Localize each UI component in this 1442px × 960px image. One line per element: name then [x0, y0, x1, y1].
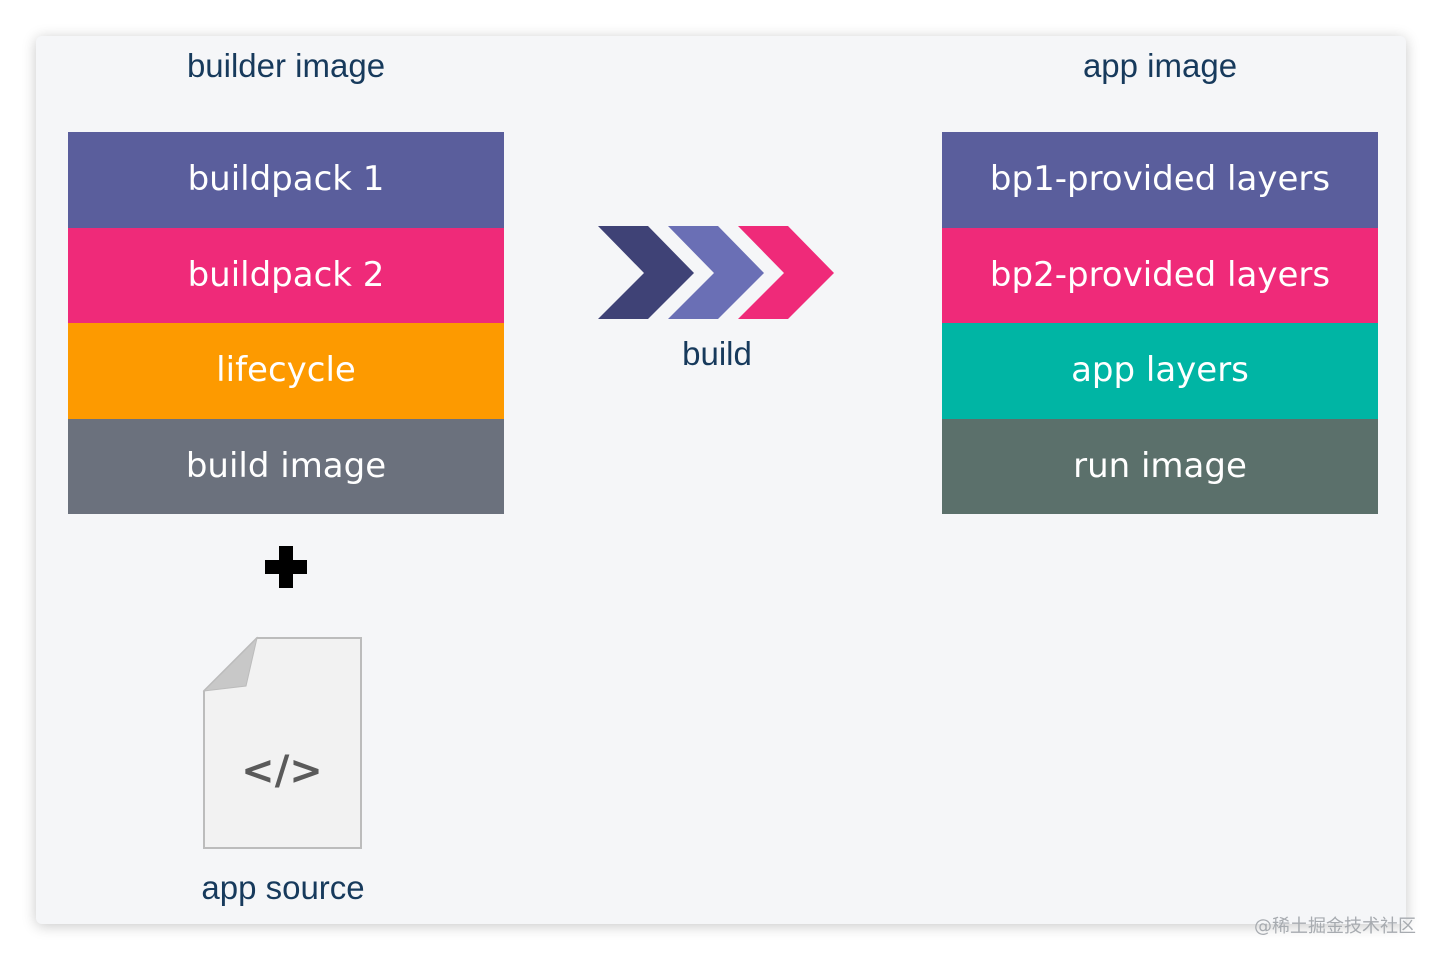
app-layer-app-layers: app layers [942, 323, 1378, 419]
code-file-icon: </> [202, 636, 362, 849]
app-layer-run-image: run image [942, 418, 1378, 514]
build-label: build [682, 335, 752, 372]
app-image-title: app image [1082, 47, 1238, 84]
code-glyph: </> [241, 748, 323, 794]
app-source-label: app source [201, 869, 365, 906]
app-image-stack: bp1-provided layers bp2-provided layers … [942, 132, 1378, 514]
builder-layer-buildpack-2: buildpack 2 [68, 227, 504, 323]
app-layer-bp2-provided: bp2-provided layers [942, 227, 1378, 323]
watermark: @稀土掘金技术社区 [1254, 916, 1416, 937]
builder-layer-lifecycle: lifecycle [68, 323, 504, 419]
plus-icon [265, 546, 307, 588]
app-layer-bp1-provided: bp1-provided layers [942, 132, 1378, 228]
chevron-1-icon [598, 226, 694, 319]
build-chevrons-icon [598, 226, 834, 319]
builder-layer-build-image: build image [68, 418, 504, 514]
builder-image-stack: buildpack 1 buildpack 2 lifecycle build … [68, 132, 504, 514]
builder-image-title: builder image [186, 47, 386, 84]
builder-layer-buildpack-1: buildpack 1 [68, 132, 504, 228]
